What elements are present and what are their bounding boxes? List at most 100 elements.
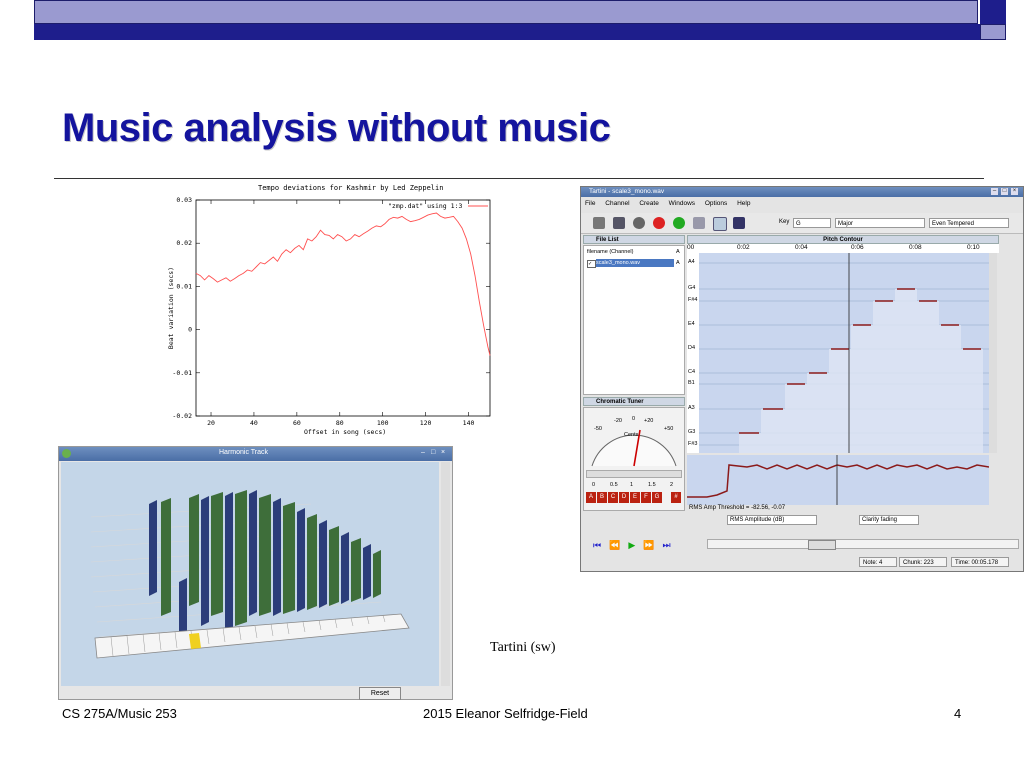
pitch-scrollbar[interactable] [989,253,997,453]
status-time: Time: 00:05.178 [951,557,1009,567]
y-tick-label: 0 [188,326,192,334]
scale-select[interactable]: Major [835,218,925,228]
tuner-scale-1: 1 [630,482,634,488]
maximize-icon[interactable]: □ [1001,188,1008,195]
tuner-dial-p20: +20 [644,418,654,424]
toolbar: Key G Major Even Tempered [581,213,1023,234]
slide-title: Music analysis without music [62,106,611,150]
tuner-scale-05: 0.5 [610,482,618,488]
tuner-dial-0: 0 [632,416,636,422]
file-list-title: File List [596,237,619,243]
note-button-row: A B C D E F G # [586,492,682,504]
minimize-icon[interactable]: – [421,449,425,456]
whats-this-icon[interactable] [733,217,745,229]
tuner-dial-m20: -20 [614,418,622,424]
rewind-icon[interactable]: ⏪ [609,540,628,550]
menu-channel[interactable]: Channel [605,200,629,207]
x-tick-label: 20 [207,419,215,427]
close-icon[interactable]: × [441,449,445,456]
timeline-handle[interactable] [808,540,836,550]
temperament-select[interactable]: Even Tempered [929,218,1009,228]
footer-course: CS 275A/Music 253 [62,706,177,721]
y-tick-label: 0.03 [176,196,192,204]
note-button-sharp[interactable]: # [671,492,681,503]
harmonic-track-window: Harmonic Track – □ × Reset [58,446,453,700]
minimize-icon[interactable]: – [991,188,998,195]
y-tick-label: -0.02 [172,412,192,420]
file-checkbox[interactable]: ✓ [587,260,596,268]
play-icon[interactable]: ▶ [628,540,643,550]
file-list-panel: filename (Channel) A ✓ scale3_mono.wav A [583,245,685,395]
note-button-c[interactable]: C [608,492,618,503]
note-axis: A4 G4 F#4 E4 D4 C4 B1 A3 G3 F#3 [687,253,699,453]
amplitude-plot[interactable] [687,455,990,505]
tuner-header: Chromatic Tuner [583,397,685,406]
pitch-contour-title: Pitch Contour [823,237,863,243]
close-file-icon[interactable] [633,217,645,229]
reset-button[interactable]: Reset [359,687,401,700]
harmonic-3d-view[interactable] [61,462,439,686]
rewind-start-icon[interactable]: ⏮ [593,540,609,550]
file-row-a: A [676,260,680,266]
timeline-slider[interactable] [707,539,1019,550]
note-button-e[interactable]: E [630,492,640,503]
note-fs3: F#3 [688,441,698,447]
tuner-slider[interactable] [586,470,682,478]
time-tick-5: 0:10 [967,244,980,251]
pitch-contour-plot[interactable] [699,253,989,453]
record-icon[interactable] [653,217,665,229]
harmonic-3d-svg [90,490,410,659]
time-axis: 00 0:02 0:04 0:06 0:08 0:10 [687,244,999,253]
tuner-panel: -20 0 +20 -50 +50 Cents 0 0.5 1 1.5 2 A … [583,407,685,511]
play-record-icon[interactable] [673,217,685,229]
harmonic-titlebar[interactable]: Harmonic Track – □ × [59,447,452,461]
tartini-titlebar[interactable]: Tartini - scale3_mono.wav – □ × [581,187,1023,197]
x-tick-label: 80 [336,419,344,427]
auto-follow-icon[interactable] [693,217,705,229]
note-button-a[interactable]: A [586,492,596,503]
view-toggle-icon[interactable] [713,217,727,231]
harmonic-window-title: Harmonic Track [219,449,269,456]
note-g3: G3 [688,429,696,435]
file-row[interactable]: scale3_mono.wav [596,259,674,267]
amp-threshold-text: RMS Amp Threshold = -82.56, -0.07 [689,505,786,511]
header-bar-dark [34,24,1006,40]
note-button-g[interactable]: G [652,492,662,503]
close-icon[interactable]: × [1011,188,1018,195]
harmonic-scrollbar[interactable] [441,462,450,686]
x-tick-label: 140 [463,419,475,427]
tuner-scale-2: 2 [670,482,674,488]
status-note: Note: 4 [859,557,897,567]
menu-windows[interactable]: Windows [669,200,695,207]
footer-page-number: 4 [954,706,962,721]
file-list-header: File List [583,235,685,244]
maximize-icon[interactable]: □ [431,449,435,456]
menu-file[interactable]: File [585,200,595,207]
clarity-fading-select[interactable]: Clarity fading [859,515,919,525]
menu-create[interactable]: Create [639,200,659,207]
tartini-window-title: Tartini - scale3_mono.wav [589,188,665,195]
note-a3: A3 [688,405,695,411]
header-bar-light [34,0,978,24]
tempo-chart: Tempo deviations for Kashmir by Led Zepp… [158,180,500,436]
note-g4: G4 [688,285,696,291]
tuner-cents-label: Cents [624,432,639,438]
key-select[interactable]: G [793,218,831,228]
save-icon[interactable] [613,217,625,229]
time-tick-1: 0:02 [737,244,750,251]
fast-forward-icon[interactable]: ⏩ [643,540,662,550]
y-tick-label: -0.01 [172,369,192,377]
pitch-contour-svg [699,253,989,453]
note-fs4: F#4 [688,297,698,303]
footer-author: 2015 Eleanor Selfridge-Field [423,706,588,721]
image-caption: Tartini (sw) [490,640,556,655]
amp-mode-select[interactable]: RMS Amplitude (dB) [727,515,817,525]
note-button-f[interactable]: F [641,492,651,503]
skip-end-icon[interactable]: ⏭ [662,540,678,550]
note-c4: C4 [688,369,696,375]
note-button-d[interactable]: D [619,492,629,503]
note-button-b[interactable]: B [597,492,607,503]
menu-options[interactable]: Options [705,200,727,207]
open-icon[interactable] [593,217,605,229]
menu-help[interactable]: Help [737,200,750,207]
